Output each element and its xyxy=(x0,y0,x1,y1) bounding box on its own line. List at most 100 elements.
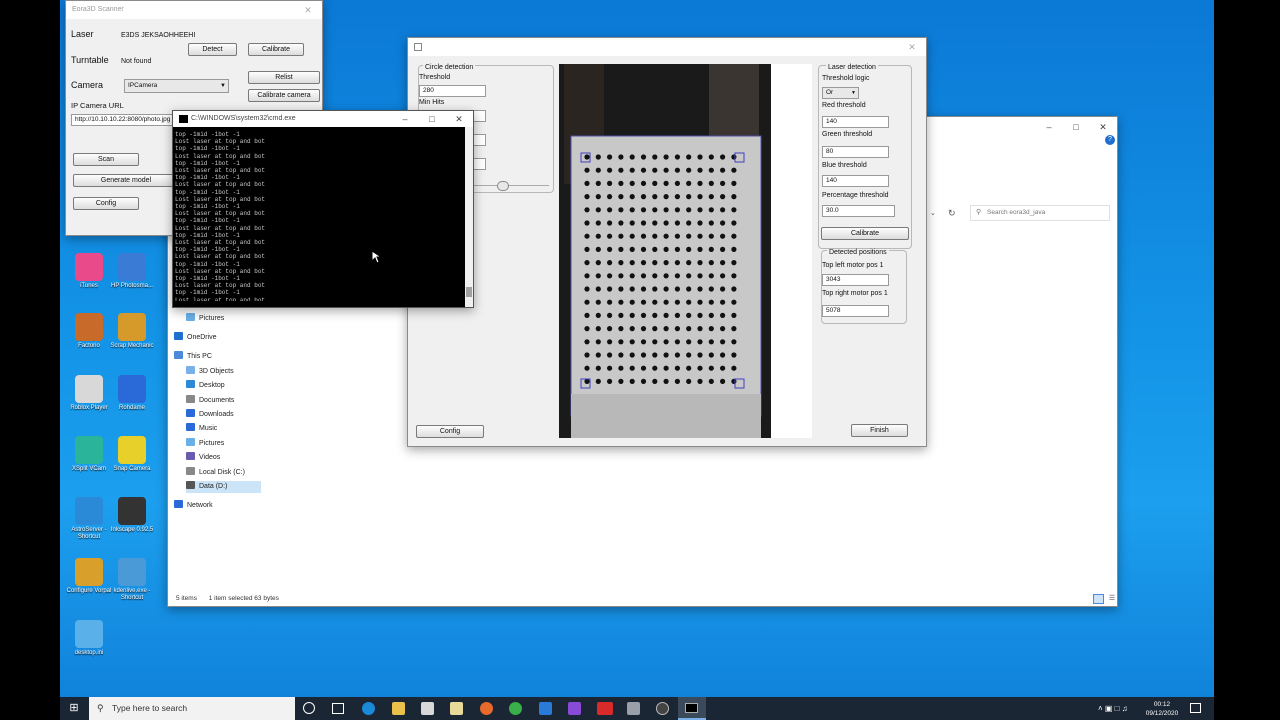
top-left-input[interactable]: 3043 xyxy=(822,274,889,286)
minimize-icon[interactable]: – xyxy=(391,111,419,127)
nav-item[interactable]: This PC xyxy=(174,351,212,363)
nav-item[interactable]: Downloads xyxy=(186,409,234,421)
visual-studio-icon[interactable] xyxy=(568,702,581,715)
nav-item[interactable]: Local Disk (C:) xyxy=(186,467,245,479)
calibration-dot xyxy=(595,207,601,213)
search-box[interactable]: ⚲ Search eora3d_java xyxy=(970,205,1110,221)
calibration-dot xyxy=(629,246,635,252)
desktop-shortcut[interactable]: kdenlive.exe - Shortcut xyxy=(109,558,155,602)
cmd-line: top -1mid -1bot -1 xyxy=(175,188,240,196)
desktop-shortcut[interactable]: Rohdame xyxy=(109,375,155,412)
threshold-input[interactable]: 280 xyxy=(419,85,486,97)
calibrate-button[interactable]: Calibrate xyxy=(248,43,304,56)
desktop-shortcut[interactable]: XSplit VCam xyxy=(66,436,112,473)
nav-item[interactable]: Music xyxy=(186,423,217,435)
calibration-dot xyxy=(640,378,647,384)
camera-select[interactable]: IPCamera ▼ xyxy=(124,79,229,93)
green-threshold-input[interactable]: 80 xyxy=(822,146,889,158)
nav-item[interactable]: Network xyxy=(174,500,213,512)
notification-icon[interactable] xyxy=(1190,703,1201,713)
desktop-shortcut[interactable]: iTunes xyxy=(66,253,112,290)
refresh-icon[interactable]: ↻ xyxy=(948,208,956,219)
close-icon[interactable]: ✕ xyxy=(445,111,473,127)
cmd-taskbar-active[interactable] xyxy=(678,697,706,720)
calibrate-camera-button[interactable]: Calibrate camera xyxy=(248,89,320,102)
percentage-threshold-input[interactable]: 30.0 xyxy=(822,205,895,217)
nav-item-label: Documents xyxy=(199,397,235,404)
calibration-dot xyxy=(640,352,647,358)
store-icon[interactable] xyxy=(421,702,434,715)
start-button[interactable]: ⊞ xyxy=(60,697,88,720)
calibration-dot xyxy=(708,207,714,213)
close-icon[interactable]: ✕ xyxy=(1089,118,1117,136)
close-icon[interactable]: ✕ xyxy=(898,38,926,56)
top-right-input[interactable]: 5078 xyxy=(822,305,889,317)
desktop-shortcut[interactable]: Configure Vorpal xyxy=(66,558,112,595)
desktop-shortcut[interactable]: Roblox Player xyxy=(66,375,112,412)
calibration-dot xyxy=(607,352,613,358)
details-view-icon[interactable] xyxy=(1093,594,1104,604)
blue-threshold-input[interactable]: 140 xyxy=(822,175,889,187)
large-icons-view-icon[interactable]: ☰ xyxy=(1107,594,1117,604)
calib-config-button[interactable]: Config xyxy=(416,425,484,438)
finish-button[interactable]: Finish xyxy=(851,424,908,437)
ip-camera-url-input[interactable]: http://10.10.10.22:8080/photo.jpg xyxy=(71,114,179,126)
chrome-icon[interactable] xyxy=(509,702,522,715)
desktop-shortcut[interactable]: Factorio xyxy=(66,313,112,350)
taskbar-search-box[interactable]: ⚲ Type here to search xyxy=(89,697,295,720)
java-icon[interactable] xyxy=(450,702,463,715)
nav-item[interactable]: OneDrive xyxy=(174,332,217,344)
mail-icon[interactable] xyxy=(539,702,552,715)
file-explorer-icon[interactable] xyxy=(392,702,405,715)
desktop-shortcut[interactable]: Inkscape 0.92.5 xyxy=(109,497,155,534)
desktop-shortcut[interactable]: AstroServer - Shortcut xyxy=(66,497,112,541)
generate-model-button[interactable]: Generate model xyxy=(73,174,179,187)
minimize-icon[interactable]: – xyxy=(1035,118,1063,136)
nav-item[interactable]: Pictures xyxy=(186,438,224,450)
calibration-dot xyxy=(618,194,624,200)
relist-button[interactable]: Relist xyxy=(248,71,320,84)
calibration-dot xyxy=(708,180,714,186)
app-icon xyxy=(75,620,103,648)
nav-item[interactable]: Videos xyxy=(186,452,220,464)
calibration-dot xyxy=(686,352,692,358)
tray-clock[interactable]: 00:12 09/12/2020 xyxy=(1138,700,1186,718)
edge-icon[interactable] xyxy=(362,702,375,715)
nav-item[interactable]: Documents xyxy=(186,395,234,407)
laser-calibrate-button[interactable]: Calibrate xyxy=(821,227,909,240)
nav-item[interactable]: Data (D:) xyxy=(186,481,261,493)
close-icon[interactable]: ✕ xyxy=(294,1,322,19)
eora-title: Eora3D Scanner xyxy=(66,1,322,19)
desktop-shortcut[interactable]: Scrap Mechanic xyxy=(109,313,155,350)
nav-item[interactable]: 3D Objects xyxy=(186,366,234,378)
desktop-shortcut[interactable]: Snap Camera xyxy=(109,436,155,473)
firefox-icon[interactable] xyxy=(480,702,493,715)
threshold-logic-select[interactable]: Or ▼ xyxy=(822,87,859,99)
video-editor-icon[interactable] xyxy=(597,702,613,715)
tray-icons[interactable]: ˄ ▣ □ ♫ xyxy=(1098,697,1128,720)
obs-icon[interactable] xyxy=(656,702,669,715)
desktop-shortcut-label: Inkscape 0.92.5 xyxy=(110,527,154,533)
config-button[interactable]: Config xyxy=(73,197,139,210)
detect-button[interactable]: Detect xyxy=(188,43,237,56)
calibration-dot xyxy=(640,326,647,332)
scan-button[interactable]: Scan xyxy=(73,153,139,166)
nav-item[interactable]: Pictures xyxy=(186,313,224,325)
settings-app-icon[interactable] xyxy=(627,702,640,715)
slider-thumb[interactable] xyxy=(497,181,509,191)
cmd-scrollbar[interactable] xyxy=(465,127,473,307)
maximize-icon[interactable]: □ xyxy=(418,111,446,127)
maximize-icon[interactable]: □ xyxy=(1062,118,1090,136)
calibration-dot xyxy=(652,207,658,213)
red-threshold-input[interactable]: 140 xyxy=(822,116,889,128)
calibration-dot xyxy=(595,194,601,200)
calibration-dot xyxy=(607,180,613,186)
scrollbar-thumb[interactable] xyxy=(466,287,472,297)
dropdown-chevron-icon[interactable]: ⌄ xyxy=(930,209,936,217)
desktop-shortcut[interactable]: HP Photosma... xyxy=(109,253,155,290)
cortana-icon[interactable] xyxy=(303,702,315,714)
nav-item[interactable]: Desktop xyxy=(186,380,225,392)
task-view-icon[interactable] xyxy=(332,703,344,714)
desktop-shortcut[interactable]: desktop.ini xyxy=(66,620,112,657)
help-icon[interactable]: ? xyxy=(1105,135,1115,145)
